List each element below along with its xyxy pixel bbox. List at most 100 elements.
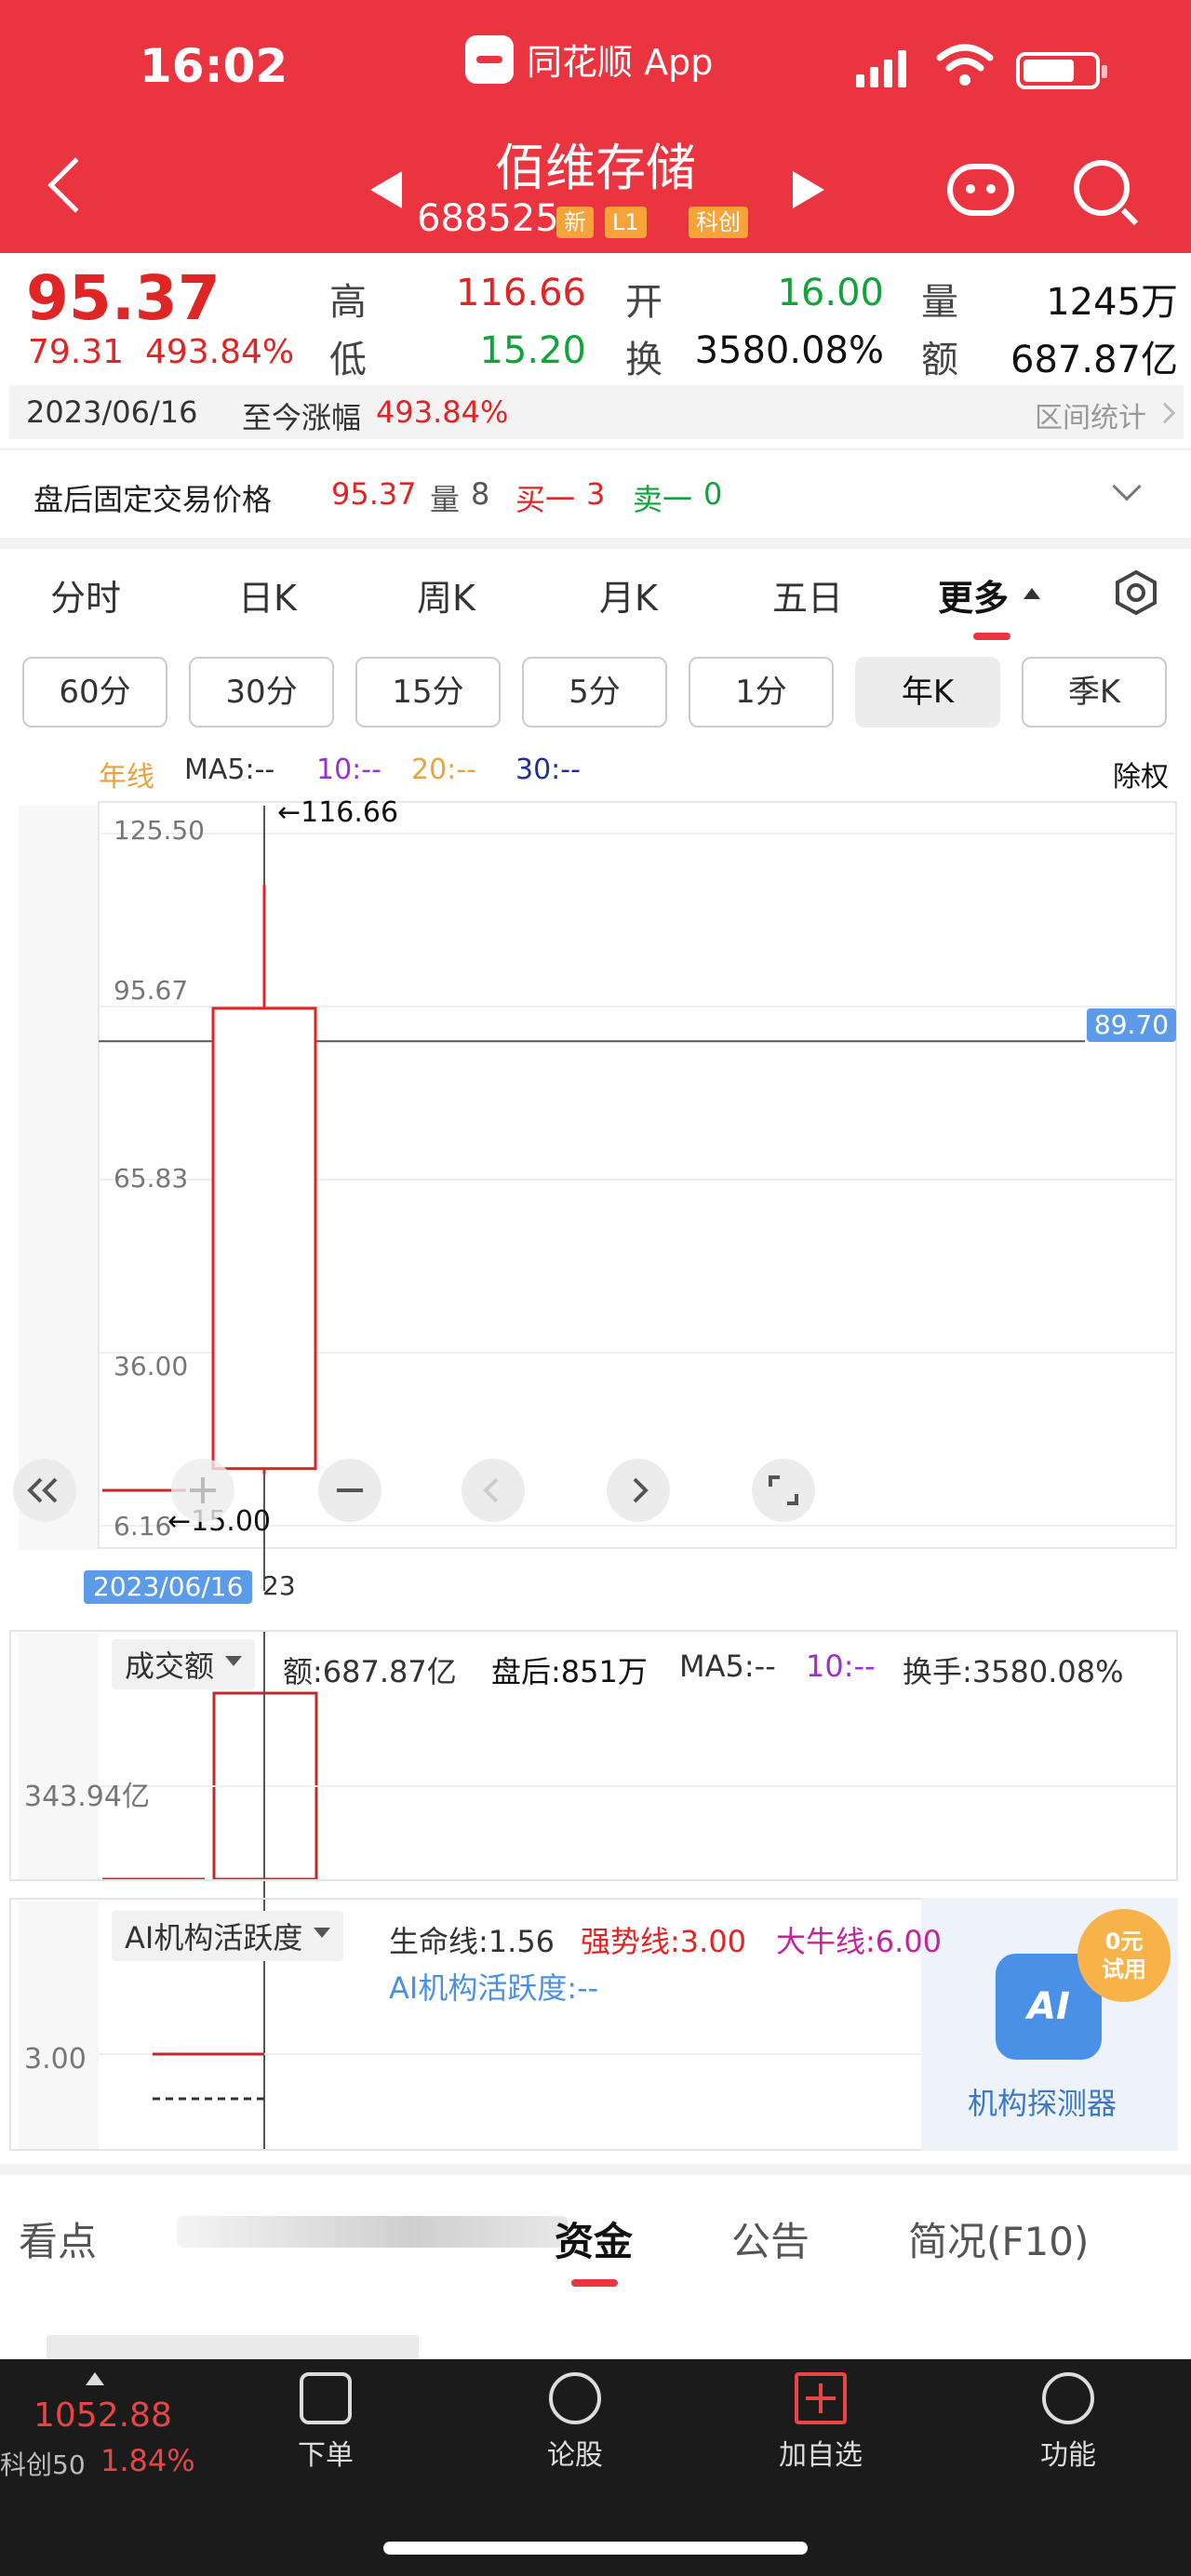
tab-weekly-k[interactable]: 周K xyxy=(417,569,475,621)
crosshair-date-tag: 2023/06/16 xyxy=(84,1570,253,1604)
ai-activity-value: AI机构活跃度:-- xyxy=(389,1970,599,2006)
add-watchlist-button[interactable]: 加自选 xyxy=(756,2372,886,2473)
active-tab-indicator xyxy=(973,633,1010,640)
ai-detector-label[interactable]: 机构探测器 xyxy=(968,2080,1117,2123)
price-change: 79.31 493.84% xyxy=(28,333,294,371)
free-trial-badge-line1: 0元 xyxy=(1104,1929,1144,1955)
pan-left-button[interactable] xyxy=(462,1459,525,1522)
ask1-label: 卖一 xyxy=(633,482,693,517)
zoom-out-button[interactable] xyxy=(318,1459,381,1522)
pan-right-button[interactable] xyxy=(607,1459,670,1522)
free-trial-badge[interactable]: 0元 试用 xyxy=(1077,1909,1171,2002)
range-stats-link[interactable]: 区间统计 xyxy=(1035,394,1146,435)
amount-value: 687.87亿 xyxy=(1010,339,1178,381)
bid1-value: 3 xyxy=(586,476,606,512)
after-hours-label: 盘后固定交易价格 xyxy=(33,482,273,517)
tab-announcements[interactable]: 公告 xyxy=(731,2210,810,2267)
plus-icon xyxy=(190,1477,216,1503)
next-stock-icon[interactable] xyxy=(793,171,824,208)
candle-body[interactable] xyxy=(211,1007,317,1471)
last-price: 95.37 xyxy=(26,262,221,334)
ai-bull-line: 大牛线:6.00 xyxy=(776,1924,943,1959)
tab-five-day[interactable]: 五日 xyxy=(772,569,843,621)
after-hours-row[interactable]: 盘后固定交易价格 95.37 量 8 买一 3 卖一 0 xyxy=(0,448,1191,538)
tab-funds[interactable]: 资金 xyxy=(555,2210,633,2267)
prev-stock-icon[interactable] xyxy=(370,171,402,208)
functions-label: 功能 xyxy=(1040,2439,1096,2472)
x-axis-date-tail: 23 xyxy=(262,1570,296,1601)
tab-daily-k[interactable]: 日K xyxy=(238,569,297,621)
tab-timeshare[interactable]: 分时 xyxy=(50,569,121,621)
star-badge-icon xyxy=(549,2372,601,2424)
crosshair-price-tag: 89.70 xyxy=(1087,1008,1176,1042)
search-icon[interactable] xyxy=(1074,160,1130,216)
index-value: 1052.88 xyxy=(33,2396,172,2435)
low-value: 15.20 xyxy=(479,329,586,372)
range-date: 2023/06/16 xyxy=(26,394,198,430)
tag-l1[interactable]: L1 xyxy=(605,207,647,238)
subtab-yearly-k[interactable]: 年K xyxy=(855,657,1000,727)
y-tick-2: 95.67 xyxy=(114,975,189,1006)
status-time: 16:02 xyxy=(140,39,288,93)
ai-indicator-select[interactable]: AI机构活跃度 xyxy=(112,1911,344,1961)
status-app-label: 同花顺 App xyxy=(527,42,714,83)
y-tick-3: 65.83 xyxy=(114,1163,189,1194)
chevron-left-icon xyxy=(483,1477,499,1503)
index-name: 科创50 xyxy=(0,2449,86,2480)
tab-strip-fade xyxy=(177,2216,568,2248)
y-tick-4: 36.00 xyxy=(114,1351,189,1381)
subtab-15min[interactable]: 15分 xyxy=(355,657,501,727)
double-chevron-left-icon xyxy=(27,1477,58,1503)
volume-indicator-select[interactable]: 成交额 xyxy=(112,1639,256,1689)
ai-strong-line: 强势线:3.00 xyxy=(581,1924,747,1959)
order-button[interactable]: 下单 xyxy=(261,2372,391,2473)
subtab-quarterly-k[interactable]: 季K xyxy=(1022,657,1167,727)
plus-square-icon xyxy=(795,2372,847,2424)
tab-monthly-k[interactable]: 月K xyxy=(599,569,658,621)
home-indicator[interactable] xyxy=(383,2542,808,2555)
volume-amount: 额:687.87亿 xyxy=(283,1654,457,1689)
tab-more[interactable]: 更多 xyxy=(938,569,1009,621)
tag-kechuang: 科创 xyxy=(689,207,748,238)
after-hours-vol: 8 xyxy=(471,476,490,512)
high-marker: ←116.66 xyxy=(277,796,399,829)
turnover-value: 3580.08% xyxy=(694,329,884,372)
volume-turnover: 换手:3580.08% xyxy=(903,1654,1124,1689)
range-stats-row[interactable]: 2023/06/16 至今涨幅 493.84% 区间统计 xyxy=(9,385,1184,439)
subtab-30min[interactable]: 30分 xyxy=(189,657,334,727)
tag-new: 新 xyxy=(556,207,594,238)
menu-circle-icon xyxy=(1042,2372,1094,2424)
add-watchlist-label: 加自选 xyxy=(779,2439,863,2472)
scroll-start-button[interactable] xyxy=(13,1459,76,1522)
volume-after-hours: 盘后:851万 xyxy=(491,1654,648,1689)
settings-hexagon-icon[interactable] xyxy=(1113,569,1159,616)
high-value: 116.66 xyxy=(456,272,586,314)
status-app-name: 同花顺 App xyxy=(465,33,713,85)
divider xyxy=(0,2164,1191,2175)
subtab-5min[interactable]: 5分 xyxy=(522,657,667,727)
document-icon xyxy=(300,2372,352,2424)
functions-button[interactable]: 功能 xyxy=(1003,2372,1133,2473)
fullscreen-button[interactable] xyxy=(752,1459,815,1522)
ask1-value: 0 xyxy=(703,476,723,512)
caret-up-icon xyxy=(1024,588,1040,599)
after-hours-price: 95.37 xyxy=(331,476,417,512)
discussion-button[interactable]: 论股 xyxy=(510,2372,640,2473)
tab-highlights[interactable]: 看点 xyxy=(19,2210,97,2267)
volume-ma10: 10:-- xyxy=(806,1648,876,1684)
wifi-icon xyxy=(936,44,994,86)
divider xyxy=(0,538,1191,549)
amount-label: 额 xyxy=(921,339,958,381)
zoom-in-button[interactable] xyxy=(171,1459,234,1522)
subtab-1min[interactable]: 1分 xyxy=(689,657,834,727)
range-label: 至今涨幅 xyxy=(242,400,362,435)
y-tick-1: 125.50 xyxy=(114,815,205,846)
change-pct: 493.84% xyxy=(144,333,295,371)
robot-assistant-icon[interactable] xyxy=(947,164,1014,216)
volume-value: 1245万 xyxy=(1046,281,1178,324)
subtab-60min[interactable]: 60分 xyxy=(22,657,167,727)
tab-f10-profile[interactable]: 简况(F10) xyxy=(908,2210,1089,2267)
chevron-down-icon[interactable] xyxy=(1112,472,1142,501)
bid1-label: 买一 xyxy=(515,482,576,517)
turnover-label: 换 xyxy=(625,339,662,381)
